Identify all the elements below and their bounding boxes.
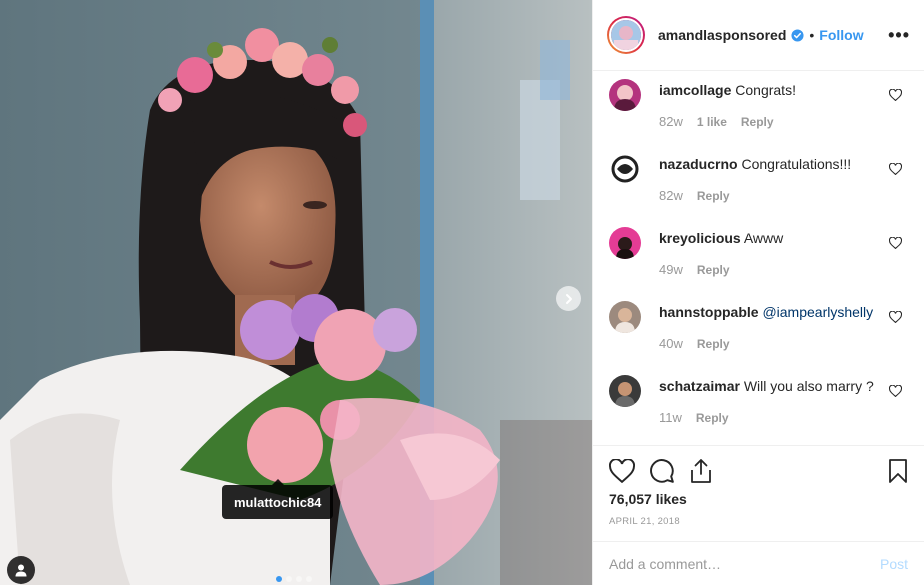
save-button[interactable] — [888, 459, 908, 483]
avatar-image — [611, 20, 641, 50]
carousel-dot — [276, 576, 282, 582]
comment-text: Awww — [743, 230, 784, 246]
commenter-avatar[interactable] — [609, 153, 641, 185]
chevron-right-icon — [565, 293, 572, 304]
comment-input[interactable]: Add a comment… — [609, 556, 721, 572]
comment-bubble-icon — [650, 459, 674, 483]
comment-age[interactable]: 49w — [659, 262, 683, 277]
comment-item: nazaducrno Congratulations!!! 82w Reply — [609, 153, 908, 227]
comment-text: Congrats! — [735, 82, 796, 98]
like-button[interactable] — [609, 459, 635, 483]
comment-age[interactable]: 82w — [659, 114, 683, 129]
like-comment-heart-icon[interactable] — [889, 89, 902, 101]
commenter-username[interactable]: nazaducrno — [659, 156, 738, 172]
share-upload-icon — [691, 459, 711, 483]
next-photo-button[interactable] — [556, 286, 581, 311]
author-username[interactable]: amandlasponsored — [658, 27, 786, 43]
reply-button[interactable]: Reply — [741, 115, 774, 129]
like-comment-heart-icon[interactable] — [889, 385, 902, 397]
like-comment-heart-icon[interactable] — [889, 163, 902, 175]
post-side-panel: amandlasponsored • Follow ••• iamcollage… — [592, 0, 924, 585]
carousel-dot — [296, 576, 302, 582]
separator-bullet: • — [809, 27, 815, 43]
post-date[interactable]: APRIL 21, 2018 — [609, 516, 908, 527]
comment-button[interactable] — [649, 458, 675, 484]
commenter-avatar[interactable] — [609, 79, 641, 111]
comment-item: kreyolicious Awww 49w Reply — [609, 227, 908, 301]
follow-button[interactable]: Follow — [819, 27, 863, 43]
like-comment-heart-icon[interactable] — [889, 311, 902, 323]
post-photo[interactable]: mulattochic84 — [0, 0, 592, 585]
bookmark-icon — [889, 459, 907, 483]
share-button[interactable] — [689, 458, 713, 484]
commenter-username[interactable]: iamcollage — [659, 82, 731, 98]
post-header: amandlasponsored • Follow ••• — [593, 0, 924, 71]
reply-button[interactable]: Reply — [697, 263, 730, 277]
reply-button[interactable]: Reply — [697, 189, 730, 203]
comment-likes[interactable]: 1 like — [697, 115, 727, 129]
comment-age[interactable]: 40w — [659, 336, 683, 351]
reply-button[interactable]: Reply — [696, 411, 729, 425]
user-tag-label[interactable]: mulattochic84 — [222, 479, 334, 519]
comment-item: schatzaimar Will you also marry ? 11w Re… — [609, 375, 908, 445]
comments-list: iamcollage Congrats! 82w 1 like Reply na… — [593, 71, 924, 445]
commenter-avatar[interactable] — [609, 375, 641, 407]
commenter-username[interactable]: kreyolicious — [659, 230, 741, 246]
user-tag-icon[interactable] — [7, 556, 35, 584]
reply-button[interactable]: Reply — [697, 337, 730, 351]
heart-icon — [609, 459, 635, 483]
more-options-icon[interactable]: ••• — [888, 26, 910, 44]
verified-badge-icon — [791, 28, 804, 42]
commenter-username[interactable]: hannstoppable — [659, 304, 759, 320]
carousel-dots — [276, 576, 312, 582]
post-comment-button[interactable]: Post — [880, 556, 908, 572]
comment-text: Will you also marry ? — [743, 378, 874, 394]
author-avatar[interactable] — [607, 16, 645, 54]
like-comment-heart-icon[interactable] — [889, 237, 902, 249]
comment-age[interactable]: 11w — [659, 410, 682, 425]
comment-mention-link[interactable]: @iampearlyshelly — [762, 304, 873, 320]
add-comment-bar: Add a comment… Post — [593, 541, 924, 585]
carousel-dot — [306, 576, 312, 582]
instagram-post: mulattochic84 amandlasponsored • Follow … — [0, 0, 924, 585]
comment-age[interactable]: 82w — [659, 188, 683, 203]
commenter-avatar[interactable] — [609, 227, 641, 259]
person-icon — [15, 564, 27, 577]
post-actions: 76,057 likes APRIL 21, 2018 Add a commen… — [593, 445, 924, 585]
likes-count[interactable]: 76,057 likes — [609, 491, 908, 507]
comment-item: hannstoppable @iampearlyshelly 40w Reply — [609, 301, 908, 375]
commenter-avatar[interactable] — [609, 301, 641, 333]
comment-item: iamcollage Congrats! 82w 1 like Reply — [609, 79, 908, 153]
commenter-username[interactable]: schatzaimar — [659, 378, 740, 394]
comment-text: Congratulations!!! — [741, 156, 852, 172]
carousel-dot — [286, 576, 292, 582]
